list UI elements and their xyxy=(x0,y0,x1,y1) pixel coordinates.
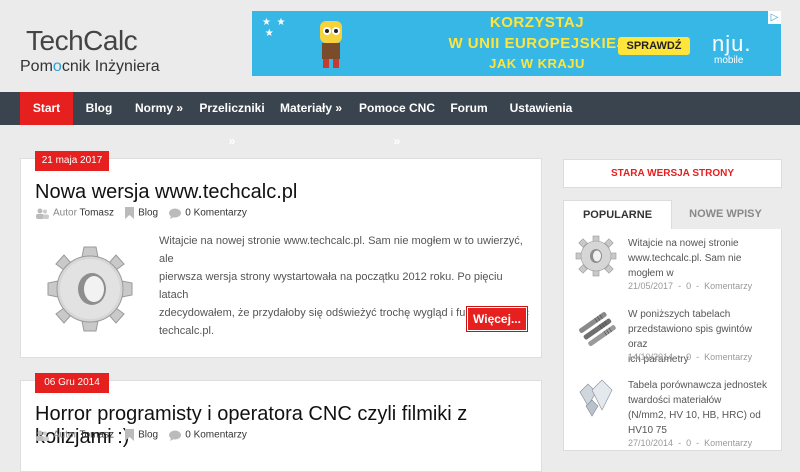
author-icon xyxy=(36,430,49,441)
read-more-button[interactable]: Więcej... xyxy=(467,307,527,331)
post-meta: Autor Tomasz Blog 0 Komentarzy xyxy=(35,429,247,441)
gear-icon xyxy=(575,235,617,277)
bookmark-icon xyxy=(125,207,135,219)
taps-icon xyxy=(579,312,616,347)
bookmark-icon xyxy=(125,429,135,441)
old-version-link[interactable]: STARA WERSJA STRONY xyxy=(563,159,782,188)
logo-subtitle: Pomocnik Inżyniera xyxy=(20,58,160,75)
list-item[interactable]: Witajcie na nowej stronie www.techcalc.p… xyxy=(564,229,781,299)
list-item[interactable]: W poniższych tabelach przedstawiono spis… xyxy=(564,300,781,370)
post-category[interactable]: Blog xyxy=(138,430,158,441)
adchoices-icon[interactable]: ▷ xyxy=(768,11,781,24)
post-card: 21 maja 2017 Nowa wersja www.techcalc.pl… xyxy=(20,151,542,358)
nav-item-materialy[interactable]: Materiały » xyxy=(278,92,344,125)
nav-item-start[interactable]: Start xyxy=(20,92,73,125)
post-title[interactable]: Nowa wersja www.techcalc.pl xyxy=(35,181,297,204)
ad-brand: nju. xyxy=(712,31,752,56)
post-comments[interactable]: 0 Komentarzy xyxy=(185,430,247,441)
site-header: TechCalc Pomocnik Inżyniera ★ ★ ★ KORZYS… xyxy=(0,0,800,92)
sidebar-tabs: POPULARNE WPISY NOWE WPISY xyxy=(563,200,782,451)
comment-icon xyxy=(169,430,182,441)
post-meta: Autor Tomasz Blog 0 Komentarzy xyxy=(35,207,247,219)
list-item[interactable]: Tabela porównawcza jednostek twardości m… xyxy=(564,371,781,451)
nav-item-forum[interactable]: Forum xyxy=(446,92,492,125)
nav-item-ustawienia[interactable]: Ustawienia xyxy=(506,92,576,125)
ad-brand-sub: mobile xyxy=(714,55,744,66)
diamond-icon xyxy=(579,379,613,417)
ad-line-3: JAK W KRAJU xyxy=(489,56,585,71)
nav-item-normy[interactable]: Normy » xyxy=(130,92,188,125)
post-card: 06 Gru 2014 Horror programisty i operato… xyxy=(20,373,542,472)
post-author[interactable]: Tomasz xyxy=(80,430,114,441)
list-item-meta: 21/05/2017 - 0 - Komentarzy xyxy=(628,281,753,291)
post-comments[interactable]: 0 Komentarzy xyxy=(185,208,247,219)
post-title[interactable]: Horror programisty i operatora CNC czyli… xyxy=(35,403,541,449)
logo-title: TechCalc xyxy=(26,25,138,56)
main-navbar: Start Blog Normy » Przeliczniki » Materi… xyxy=(0,92,800,148)
post-date-badge: 06 Gru 2014 xyxy=(35,373,109,393)
nav-item-blog[interactable]: Blog xyxy=(78,92,120,125)
list-item-meta: 27/10/2014 - 0 - Komentarzy xyxy=(628,438,753,448)
ad-cta-button[interactable]: SPRAWDŹ xyxy=(618,37,690,55)
nav-item-pomoce-cnc[interactable]: Pomoce CNC » xyxy=(354,92,440,148)
post-category[interactable]: Blog xyxy=(138,208,158,219)
mascot-icon xyxy=(320,21,342,68)
comment-icon xyxy=(169,208,182,219)
author-icon xyxy=(36,208,49,219)
tab-new[interactable]: NOWE WPISY xyxy=(671,200,780,228)
ad-line-1: KORZYSTAJ xyxy=(489,14,585,31)
ad-banner[interactable]: ★ ★ ★ KORZYSTAJ W UNII EUROPEJSKIEJ JAK … xyxy=(252,11,781,76)
list-item-meta: 14/10/2014 - 0 - Komentarzy xyxy=(628,352,753,362)
gear-icon[interactable] xyxy=(45,241,135,336)
stars-decoration: ★ ★ ★ xyxy=(262,17,286,39)
tab-panel: Witajcie na nowej stronie www.techcalc.p… xyxy=(563,229,782,451)
list-item-text: Witajcie na nowej stronie www.techcalc.p… xyxy=(628,238,742,279)
site-logo[interactable]: TechCalc Pomocnik Inżyniera xyxy=(20,25,160,76)
tab-popular[interactable]: POPULARNE WPISY xyxy=(563,200,672,249)
nav-item-przeliczniki[interactable]: Przeliczniki » xyxy=(196,92,268,148)
list-item-text: Tabela porównawcza jednostek twardości m… xyxy=(628,380,767,436)
post-date-badge: 21 maja 2017 xyxy=(35,151,109,171)
post-author[interactable]: Tomasz xyxy=(80,208,114,219)
